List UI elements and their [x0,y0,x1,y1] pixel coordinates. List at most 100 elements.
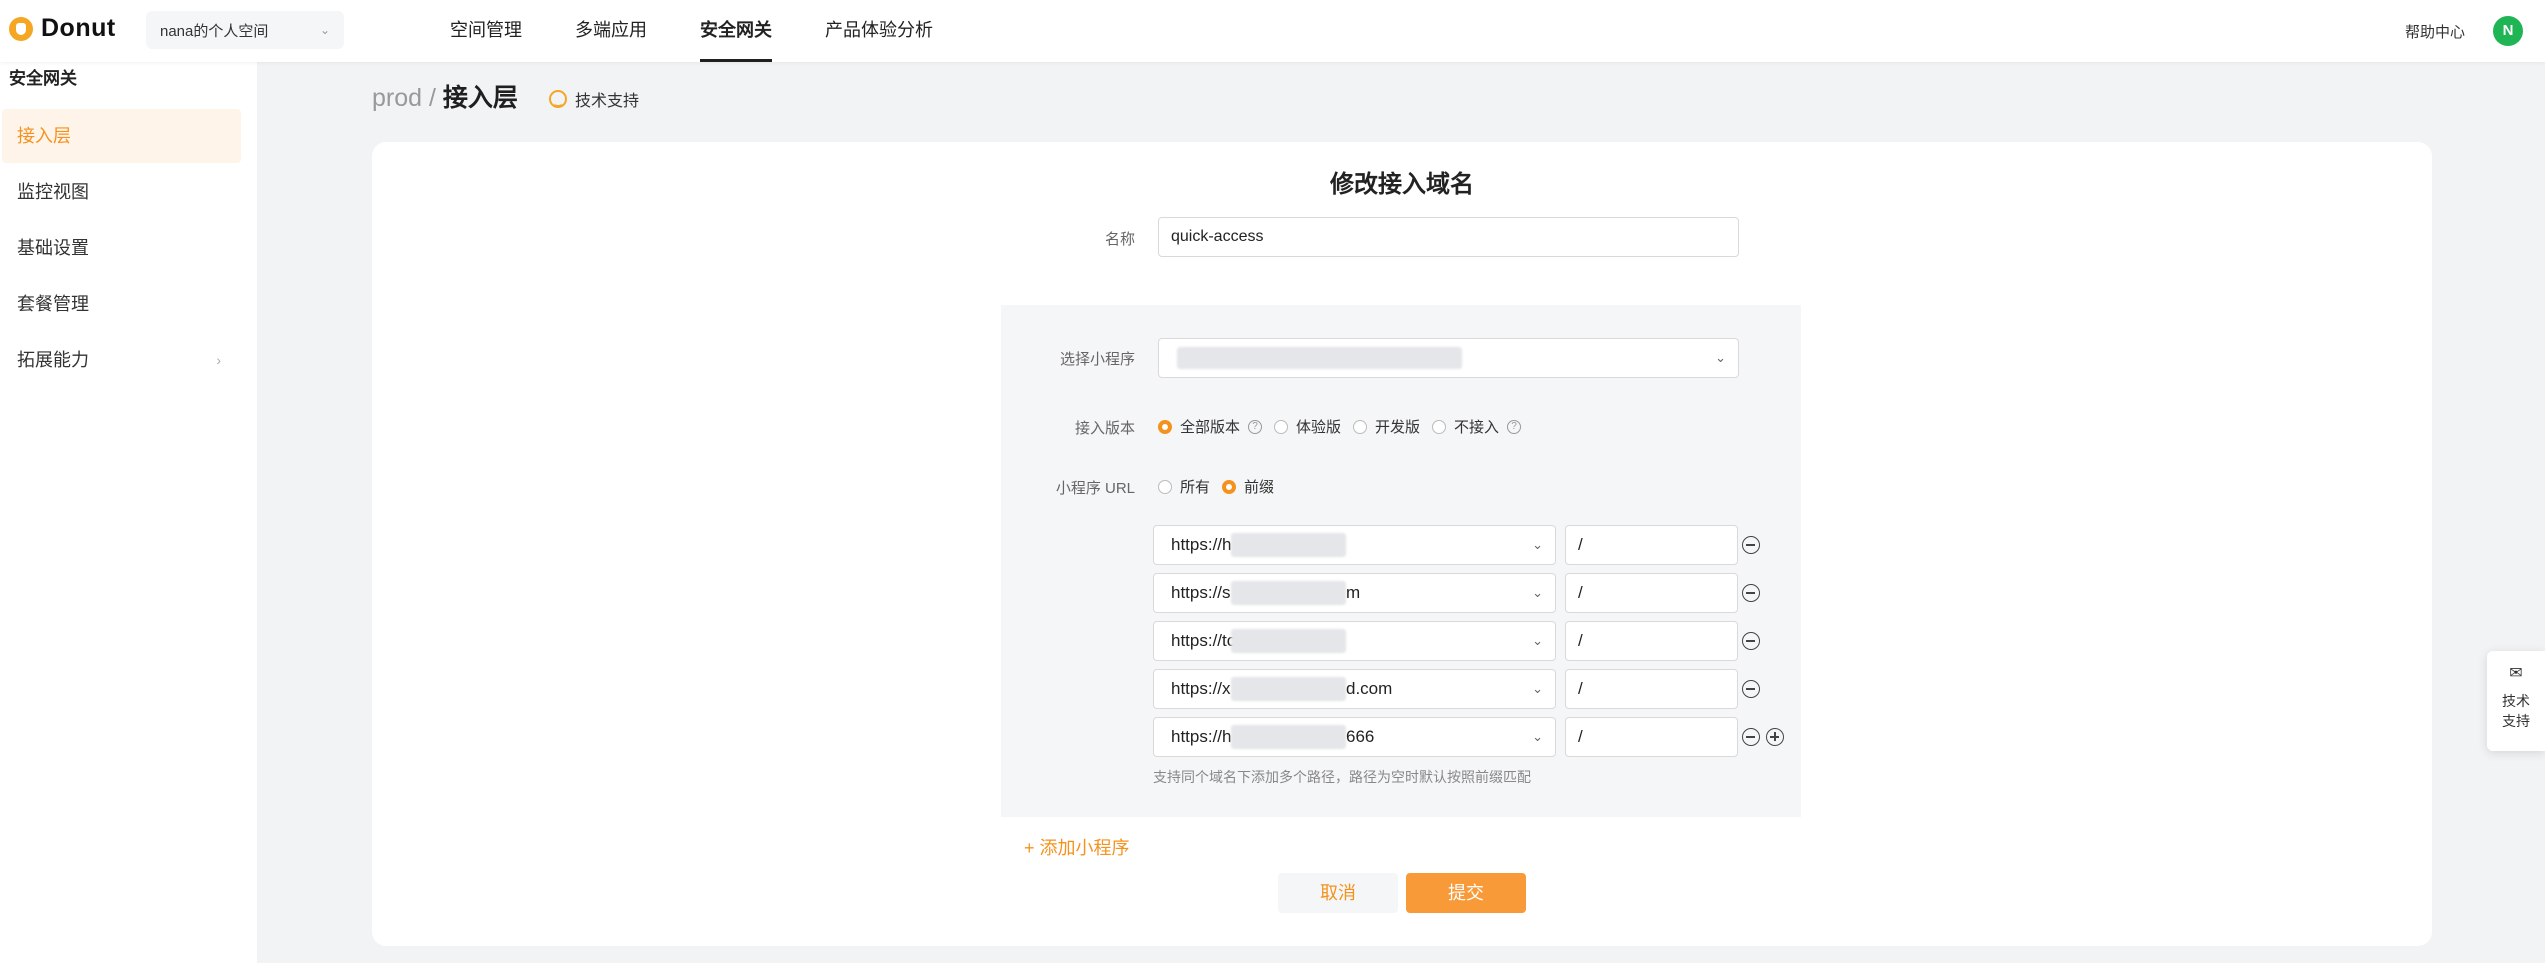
floating-support-label-2: 支持 [2502,713,2530,729]
url-suffix: m [1346,583,1361,602]
sidebar-item-access-layer[interactable]: 接入层 [2,109,241,163]
main-nav: 空间管理 多端应用 安全网关 产品体验分析 [450,0,986,62]
brand-name: Donut [41,14,116,42]
top-bar: Donut nana的个人空间 ⌄ 空间管理 多端应用 安全网关 产品体验分析 … [0,0,2545,62]
breadcrumb: prod / 接入层 [372,78,518,114]
miniapp-url-label: 小程序 URL [1055,480,1135,497]
redacted-domain [1231,629,1346,653]
chevron-right-icon: › [216,352,221,368]
avatar[interactable]: N [2493,16,2523,46]
remove-row-icon[interactable] [1742,728,1760,746]
chevron-down-icon: ⌄ [1532,681,1543,696]
help-icon[interactable]: ? [1507,419,1522,434]
sidebar-item-plan-management[interactable]: 套餐管理 [2,277,241,331]
chevron-down-icon: ⌄ [1715,350,1726,365]
name-input[interactable]: quick-access [1158,217,1739,257]
redacted-domain [1231,533,1346,557]
breadcrumb-env[interactable]: prod [372,84,422,112]
redacted-domain [1231,581,1346,605]
redacted-domain [1231,725,1346,749]
version-label: 接入版本 [1074,420,1135,437]
url-prefix: https://s [1171,583,1231,602]
help-icon[interactable]: ? [1248,419,1263,434]
url-path-input[interactable]: / [1565,717,1738,757]
help-center-link[interactable]: 帮助中心 [2405,21,2465,42]
url-domain-select[interactable]: https://h ⌄ [1153,525,1556,565]
url-mode-label: 所有 [1180,479,1211,496]
radio-unchecked-icon [1158,479,1172,494]
url-domain-select[interactable]: https://h 666 ⌄ [1153,717,1556,757]
redacted-domain [1231,677,1346,701]
remove-row-icon[interactable] [1742,584,1760,602]
headset-icon [549,90,567,108]
version-option-all[interactable]: 全部版本 ? [1158,416,1263,437]
donut-logo-icon [9,16,33,41]
sidebar-item-monitoring[interactable]: 监控视图 [2,165,241,219]
remove-row-icon[interactable] [1742,536,1760,554]
chevron-down-icon: ⌄ [319,23,330,37]
version-option-none[interactable]: 不接入 ? [1432,416,1522,437]
redacted-miniapp-name [1177,347,1462,369]
version-radio-group: 全部版本 ? 体验版 开发版 不接入 ? [1158,416,1533,437]
url-path-input[interactable]: / [1565,621,1738,661]
submit-button[interactable]: 提交 [1406,873,1526,913]
chevron-down-icon: ⌄ [1532,537,1543,552]
url-path-input[interactable]: / [1565,669,1738,709]
url-domain-select[interactable]: https://s m ⌄ [1153,573,1556,613]
radio-unchecked-icon [1274,419,1289,434]
sidebar-item-label: 拓展能力 [17,350,89,370]
version-option-label: 体验版 [1296,419,1342,436]
url-prefix: https://x [1171,679,1231,698]
url-domain-select[interactable]: https://x d.com ⌄ [1153,669,1556,709]
form-card: 修改接入域名 名称 quick-access 选择小程序 ⌄ 接入版本 全部版本… [372,142,2432,946]
url-path-input[interactable]: / [1565,573,1738,613]
version-option-label: 不接入 [1454,419,1500,436]
space-selector[interactable]: nana的个人空间 ⌄ [146,11,344,49]
radio-unchecked-icon [1353,419,1368,434]
cancel-button[interactable]: 取消 [1278,873,1398,913]
version-option-label: 全部版本 [1180,419,1241,436]
nav-space-management[interactable]: 空间管理 [450,0,522,62]
url-suffix: d.com [1346,679,1393,698]
radio-unchecked-icon [1432,419,1447,434]
chevron-down-icon: ⌄ [1532,585,1543,600]
remove-row-icon[interactable] [1742,680,1760,698]
sidebar-item-extensions[interactable]: 拓展能力 › [2,333,241,387]
remove-row-icon[interactable] [1742,632,1760,650]
floating-support-widget[interactable]: ✉ 技术 支持 [2487,651,2545,751]
radio-checked-icon [1158,419,1172,434]
breadcrumb-separator: / [429,84,436,112]
chevron-down-icon: ⌄ [1532,729,1543,744]
sidebar-title: 安全网关 [9,69,77,88]
brand-logo[interactable]: Donut [9,14,116,43]
breadcrumb-current: 接入层 [442,84,518,112]
url-mode-radio-group: 所有 前缀 [1158,476,1286,497]
miniapp-select[interactable]: ⌄ [1158,338,1739,378]
sidebar: 安全网关 接入层 监控视图 基础设置 套餐管理 拓展能力 › [0,62,257,963]
name-label: 名称 [1104,231,1135,248]
add-row-icon[interactable] [1766,728,1784,746]
space-selector-value: nana的个人空间 [160,22,269,40]
sidebar-item-basic-settings[interactable]: 基础设置 [2,221,241,275]
version-option-dev[interactable]: 开发版 [1353,416,1420,437]
url-prefix: https://h [1171,727,1232,746]
chevron-down-icon: ⌄ [1532,633,1543,648]
url-mode-label: 前缀 [1244,479,1275,496]
nav-multi-apps[interactable]: 多端应用 [575,0,647,62]
radio-checked-icon [1222,479,1237,494]
url-mode-all[interactable]: 所有 [1158,476,1210,497]
page-title: 修改接入域名 [1330,171,1474,198]
floating-support-label-1: 技术 [2502,693,2530,709]
tech-support-label: 技术支持 [575,93,640,110]
version-option-label: 开发版 [1375,419,1421,436]
add-miniapp-button[interactable]: + 添加小程序 [1024,834,1130,860]
tech-support-link[interactable]: 技术支持 [549,87,639,111]
version-option-trial[interactable]: 体验版 [1274,416,1341,437]
miniapp-select-label: 选择小程序 [1059,351,1135,368]
nav-security-gateway[interactable]: 安全网关 [700,0,772,62]
url-path-input[interactable]: / [1565,525,1738,565]
url-suffix: 666 [1346,727,1375,746]
url-domain-select[interactable]: https://to ⌄ [1153,621,1556,661]
nav-product-analytics[interactable]: 产品体验分析 [825,0,933,62]
url-mode-prefix[interactable]: 前缀 [1222,476,1274,497]
